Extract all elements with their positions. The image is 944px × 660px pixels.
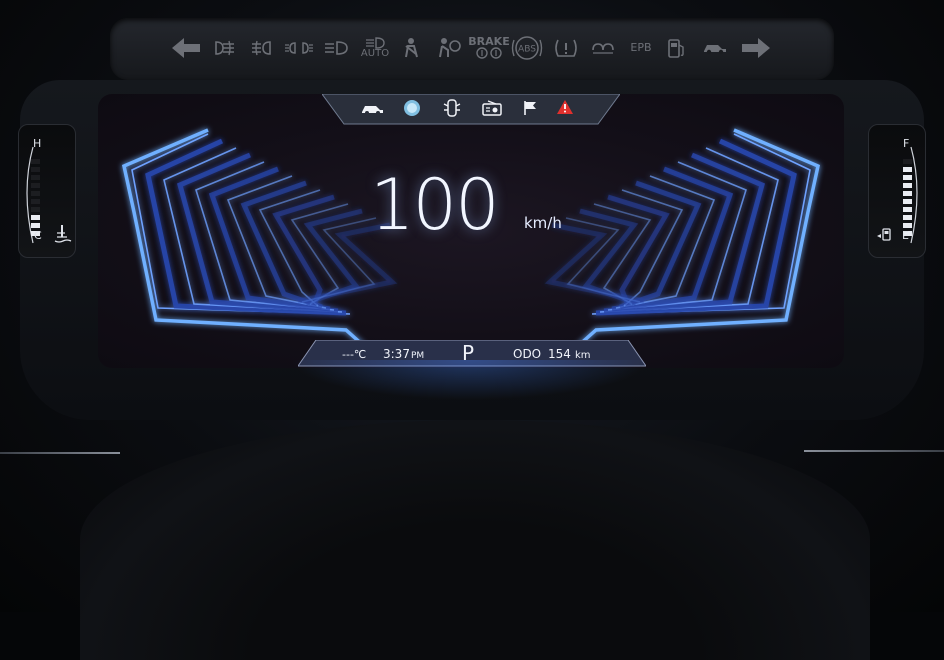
fuel-level-bar bbox=[903, 159, 912, 164]
clock-time: 3:37 bbox=[383, 347, 410, 361]
fuel-empty-label: E bbox=[902, 229, 909, 242]
warning-triangle-icon bbox=[556, 99, 574, 119]
fuel-level-bar bbox=[903, 191, 912, 196]
car-icon bbox=[360, 101, 384, 120]
rear-fog-icon bbox=[212, 36, 238, 60]
coolant-level-bar bbox=[31, 191, 40, 196]
coolant-level-bar bbox=[31, 167, 40, 172]
epb-icon: EPB bbox=[626, 36, 656, 60]
auto-headlamp-label: AUTO bbox=[360, 48, 390, 59]
epb-label: EPB bbox=[630, 41, 652, 54]
coolant-level-bar bbox=[31, 207, 40, 212]
fuel-level-bar bbox=[903, 199, 912, 204]
fuel-level-bar bbox=[903, 175, 912, 180]
speed-unit: km/h bbox=[524, 214, 562, 232]
fuel-level-bar bbox=[903, 183, 912, 188]
coolant-thermometer-icon bbox=[54, 225, 72, 243]
turn-right-icon bbox=[738, 36, 774, 60]
ambient-glow bbox=[290, 360, 650, 400]
coolant-low-label: C bbox=[34, 229, 42, 242]
fuel-warning-icon bbox=[664, 36, 688, 60]
coolant-level-bar bbox=[31, 159, 40, 164]
fuel-full-label: F bbox=[903, 137, 910, 150]
seatbelt-icon bbox=[398, 36, 424, 60]
coolant-level-bar bbox=[31, 223, 40, 228]
radio-icon bbox=[482, 100, 502, 120]
steering-wheel bbox=[80, 420, 870, 660]
fuel-level-bar bbox=[903, 167, 912, 172]
high-beam-icon bbox=[322, 36, 350, 60]
dash-trim-left bbox=[0, 452, 120, 454]
coolant-level-bar bbox=[31, 215, 40, 220]
fuel-level-bars bbox=[903, 159, 912, 236]
coolant-level-bar bbox=[31, 175, 40, 180]
car-key-icon bbox=[700, 36, 730, 60]
tire-pressure-icon bbox=[552, 36, 580, 60]
main-display: 100 km/h bbox=[98, 94, 844, 368]
brake-warning-icon: BRAKE bbox=[468, 35, 510, 60]
front-fog-icon bbox=[248, 36, 274, 60]
dash-trim-right bbox=[804, 450, 944, 452]
position-lamp-icon bbox=[284, 36, 314, 60]
coolant-level-bars bbox=[31, 159, 40, 236]
fuel-level-bar bbox=[903, 223, 912, 228]
glow-plug-icon bbox=[590, 36, 616, 60]
coolant-gauge: H C bbox=[18, 124, 76, 258]
auto-headlamp-icon: AUTO bbox=[360, 36, 390, 60]
fuel-level-bar bbox=[903, 207, 912, 212]
brake-label: BRAKE bbox=[468, 35, 510, 48]
odometer-value: 154 bbox=[548, 347, 571, 361]
abs-icon: ABS bbox=[510, 36, 544, 60]
door-icon bbox=[443, 98, 461, 122]
odometer-label: ODO bbox=[513, 347, 542, 361]
coolant-level-bar bbox=[31, 183, 40, 188]
turn-left-icon bbox=[168, 36, 204, 60]
fuel-pump-icon bbox=[877, 228, 891, 241]
fuel-level-bar bbox=[903, 215, 912, 220]
coolant-high-label: H bbox=[33, 137, 42, 150]
instrument-cluster-scene: AUTO BRAKE ABS EPB H C F E 100 km/h ---℃… bbox=[0, 0, 944, 660]
airbag-icon bbox=[434, 36, 464, 60]
abs-label: ABS bbox=[518, 45, 536, 55]
coolant-level-bar bbox=[31, 199, 40, 204]
flag-icon bbox=[522, 100, 538, 120]
driver-assist-icon bbox=[403, 99, 421, 121]
fuel-gauge: F E bbox=[868, 124, 926, 258]
